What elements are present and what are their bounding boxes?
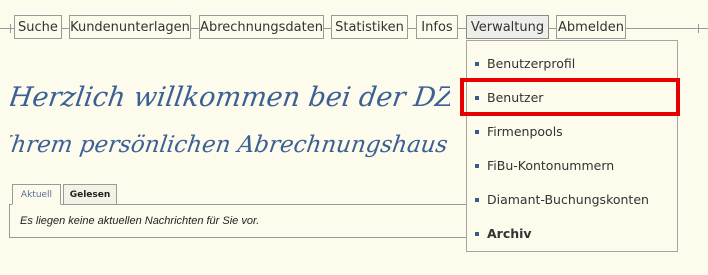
menu-item-firmenpools[interactable]: Firmenpools: [467, 115, 677, 149]
nav-item-statistiken[interactable]: Statistiken: [331, 15, 408, 39]
nav-rail-tick: [698, 24, 699, 33]
bullet-icon: [475, 164, 479, 168]
tab-gelesen[interactable]: Gelesen: [63, 184, 117, 205]
menu-item-label: Diamant-Buchungskonten: [487, 192, 649, 207]
nav-item-abrechnungsdaten[interactable]: Abrechnungsdaten: [199, 15, 324, 39]
empty-messages-text: Es liegen keine aktuellen Nachrichten fü…: [20, 215, 260, 227]
bullet-icon: [475, 198, 479, 202]
menu-item-benutzerprofil[interactable]: Benutzerprofil: [467, 47, 677, 81]
menu-item-label: Archiv: [487, 226, 532, 241]
menu-item-fibu-kontonummern[interactable]: FiBu-Kontonummern: [467, 149, 677, 183]
menu-item-label: FiBu-Kontonummern: [487, 158, 615, 173]
nav-item-infos[interactable]: Infos: [416, 15, 458, 39]
nav-item-kundenunterlagen[interactable]: Kundenunterlagen: [69, 15, 191, 39]
welcome-line-2: Ihrem persönlichen Abrechnungshaus: [10, 132, 449, 158]
nav-item-abmelden[interactable]: Abmelden: [556, 15, 626, 39]
bullet-icon: [475, 130, 479, 134]
nav-rail-tick: [10, 24, 11, 33]
menu-item-archiv[interactable]: Archiv: [467, 217, 677, 251]
welcome-line-1: Herzlich willkommen bei der DZH: [10, 82, 450, 113]
nav-item-verwaltung[interactable]: Verwaltung: [466, 15, 549, 39]
menu-item-label: Benutzerprofil: [487, 56, 576, 71]
tab-aktuell[interactable]: Aktuell: [12, 184, 61, 205]
bullet-icon: [475, 62, 479, 66]
menu-item-label: Firmenpools: [487, 124, 563, 139]
nav-item-suche[interactable]: Suche: [14, 15, 62, 39]
highlight-frame: [460, 78, 680, 116]
messages-panel: Es liegen keine aktuellen Nachrichten fü…: [9, 204, 479, 238]
menu-item-diamant-buchungskonten[interactable]: Diamant-Buchungskonten: [467, 183, 677, 217]
welcome-banner: Herzlich willkommen bei der DZH Ihrem pe…: [0, 76, 481, 190]
bullet-icon: [475, 232, 479, 236]
verwaltung-dropdown-menu: Benutzerprofil Benutzer Firmenpools FiBu…: [466, 40, 678, 252]
